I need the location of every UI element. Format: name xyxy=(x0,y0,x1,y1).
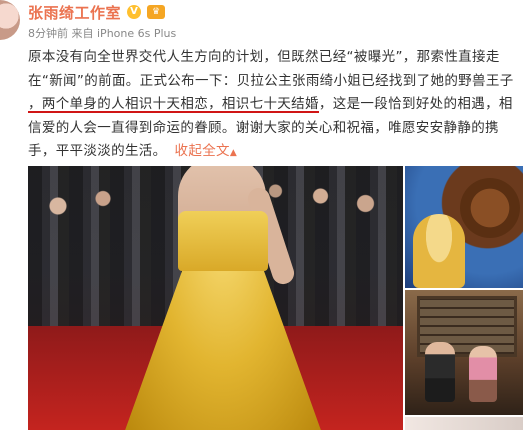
post-text-line: 在“新闻”的前面。正式公布一下：贝拉公主张雨绮小姐已经找到了她的野兽王子 xyxy=(28,72,514,89)
author-name[interactable]: 张雨绮工作室 xyxy=(28,2,121,23)
source-prefix: 来自 xyxy=(71,27,94,40)
post-image-beauty-beast[interactable] xyxy=(405,166,523,288)
post-image-couple[interactable] xyxy=(405,290,523,415)
collapse-text-link[interactable]: 收起全文▲ xyxy=(175,143,238,159)
post-meta: 8分钟前 来自 iPhone 6s Plus xyxy=(28,25,176,41)
post-text-fragment: ，这是一段恰到好处的相遇，相 xyxy=(318,96,513,112)
woman-figure xyxy=(469,346,497,402)
post-image-main[interactable] xyxy=(28,166,403,430)
collapse-label: 收起全文 xyxy=(174,143,230,159)
highlighted-phrase-marriage: ，相识七十天结婚 xyxy=(208,96,319,112)
chevron-up-icon: ▲ xyxy=(229,148,238,158)
post-image-thumbnail[interactable] xyxy=(405,417,523,430)
verified-icon: V xyxy=(127,5,142,19)
post-text-line: 原本没有向全世界交代人生方向的计划，但既然已经“被曝光”，那索性直接走 xyxy=(28,49,500,65)
post-body: 原本没有向全世界交代人生方向的计划，但既然已经“被曝光”，那索性直接走 在“新闻… xyxy=(28,46,520,166)
vip-crown-icon[interactable]: ♛ xyxy=(147,5,166,19)
post-text-line: ，两个单身的人相识十天相恋，相识七十天结婚，这是一段恰到好处的相遇，相 xyxy=(28,93,520,117)
post-text-fragment: 手，平平淡淡的生活。 xyxy=(28,143,167,159)
belle-figure xyxy=(413,214,465,288)
highlighted-phrase-love: ，两个单身的人相识十天相恋 xyxy=(28,96,209,112)
source-device[interactable]: iPhone 6s Plus xyxy=(97,27,176,40)
gown-bodice xyxy=(178,211,268,271)
post-text-line: 信爱的人会一直得到命运的眷顾。谢谢大家的关心和祝福，唯愿安安静静的携 xyxy=(28,119,499,136)
post-timestamp[interactable]: 8分钟前 xyxy=(28,27,68,40)
post-text-line: 手，平平淡淡的生活。 收起全文▲ xyxy=(28,140,520,166)
man-figure xyxy=(425,342,455,402)
post-header: 张雨绮工作室 V ♛ xyxy=(28,2,166,23)
beast-figure xyxy=(460,178,520,238)
avatar[interactable] xyxy=(0,0,20,40)
